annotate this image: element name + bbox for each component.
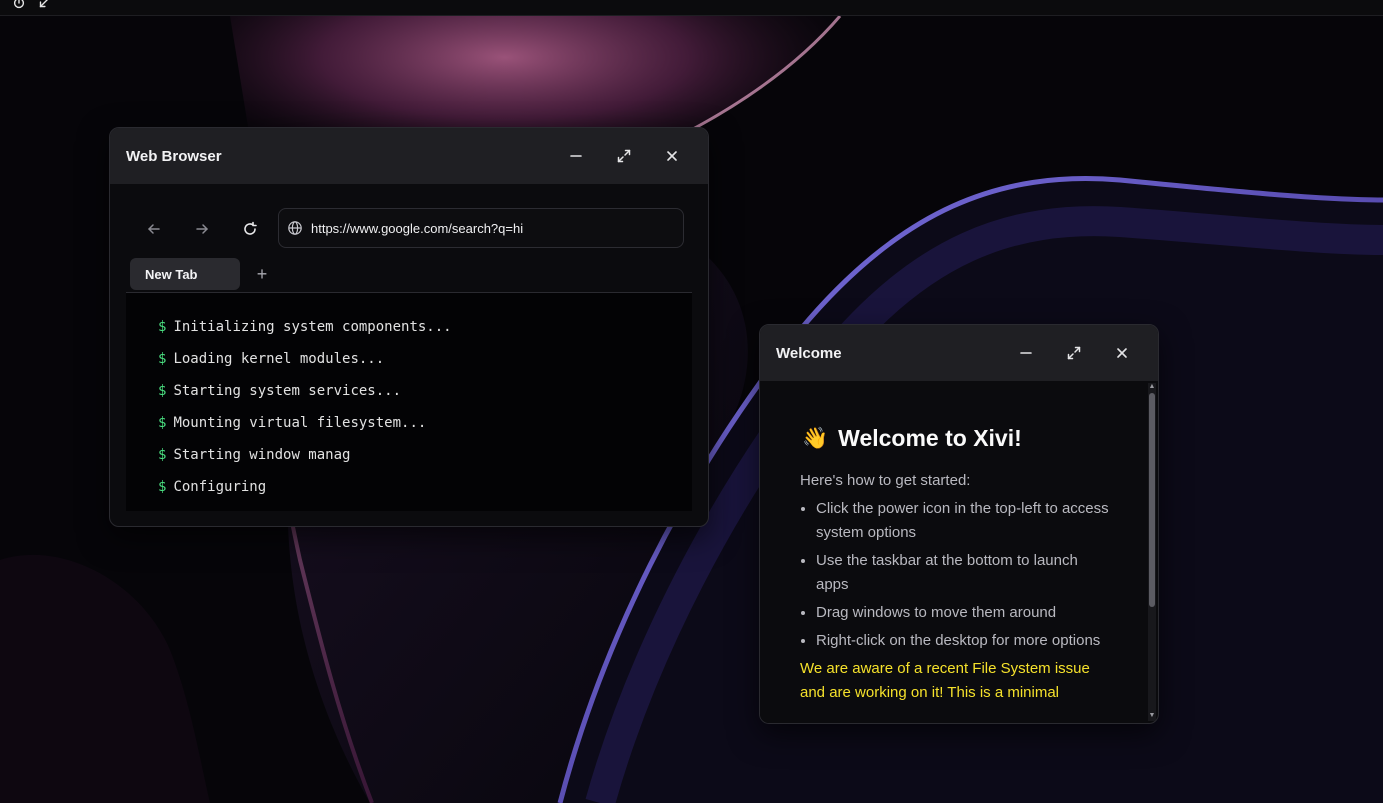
browser-navbar (110, 208, 708, 248)
forward-button[interactable] (191, 218, 213, 240)
welcome-content[interactable]: 👋 Welcome to Xivi! Here's how to get sta… (760, 381, 1150, 723)
back-button[interactable] (143, 218, 165, 240)
welcome-heading: 👋 Welcome to Xivi! (802, 425, 1110, 452)
terminal-text: Starting system services... (173, 383, 402, 399)
address-bar[interactable] (278, 208, 684, 248)
list-item: Click the power icon in the top-left to … (816, 497, 1110, 545)
welcome-heading-text: Welcome to Xivi! (838, 425, 1022, 451)
terminal-line: $ Starting system services... (158, 383, 692, 415)
minimize-button[interactable] (564, 144, 588, 168)
browser-titlebar[interactable]: Web Browser (110, 128, 708, 184)
terminal-line: $ Mounting virtual filesystem... (158, 415, 692, 447)
url-input[interactable] (311, 220, 671, 236)
window-title: Web Browser (126, 147, 222, 165)
list-item: Use the taskbar at the bottom to launch … (816, 549, 1110, 597)
tab-strip: New Tab + (130, 258, 692, 290)
maximize-button[interactable] (1062, 341, 1086, 365)
scrollbar-thumb[interactable] (1149, 393, 1155, 607)
terminal-line: $ Configuring (158, 479, 692, 511)
terminal-prompt: $ (158, 479, 167, 495)
minimize-arrow-icon[interactable] (37, 0, 51, 10)
terminal-prompt: $ (158, 319, 167, 335)
refresh-button[interactable] (239, 218, 261, 240)
terminal-text: Loading kernel modules... (173, 351, 385, 367)
window-title: Welcome (776, 344, 842, 362)
file-system-notice: We are aware of a recent File System iss… (800, 660, 1090, 701)
power-icon[interactable] (12, 0, 26, 10)
welcome-window[interactable]: Welcome 👋 Welcome to Xivi! Here's how to… (759, 324, 1159, 724)
list-item: Right-click on the desktop for more opti… (816, 629, 1110, 653)
terminal-line: $ Initializing system components... (158, 319, 692, 351)
terminal-text: Starting window manag (173, 447, 351, 463)
terminal-text: Configuring (173, 479, 267, 495)
maximize-button[interactable] (612, 144, 636, 168)
new-tab-button[interactable]: + (250, 262, 274, 286)
terminal-line: $ Starting window manag (158, 447, 692, 479)
welcome-titlebar[interactable]: Welcome (760, 325, 1158, 381)
terminal-prompt: $ (158, 351, 167, 367)
terminal-line: $ Loading kernel modules... (158, 351, 692, 383)
browser-window[interactable]: Web Browser New Tab (109, 127, 709, 527)
top-bar (0, 0, 1383, 16)
tab-new-tab[interactable]: New Tab (130, 258, 240, 290)
scroll-up-icon[interactable]: ▲ (1148, 383, 1156, 391)
tips-list: Click the power icon in the top-left to … (800, 497, 1110, 653)
close-button[interactable] (1110, 341, 1134, 365)
scroll-down-icon[interactable]: ▼ (1148, 712, 1156, 720)
page-content-terminal[interactable]: $ Initializing system components... $ Load… (126, 293, 692, 511)
terminal-text: Initializing system components... (173, 319, 452, 335)
globe-icon (287, 220, 303, 236)
minimize-button[interactable] (1014, 341, 1038, 365)
waving-hand-icon: 👋 (802, 426, 829, 450)
terminal-text: Mounting virtual filesystem... (173, 415, 427, 431)
welcome-intro: Here's how to get started: (800, 472, 971, 489)
terminal-prompt: $ (158, 447, 167, 463)
terminal-prompt: $ (158, 383, 167, 399)
terminal-prompt: $ (158, 415, 167, 431)
list-item: Drag windows to move them around (816, 601, 1110, 625)
close-button[interactable] (660, 144, 684, 168)
